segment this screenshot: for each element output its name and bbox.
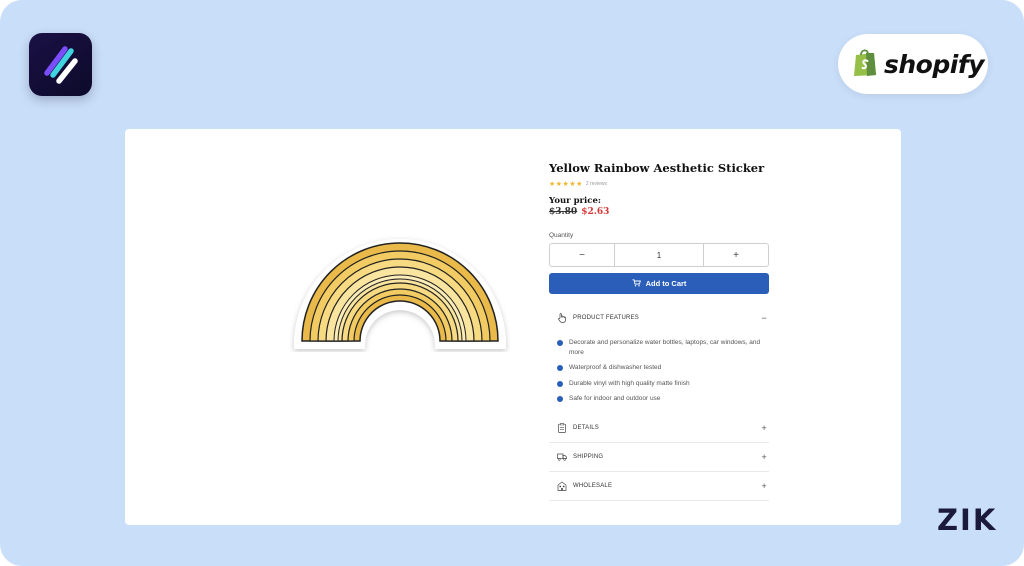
product-title: Yellow Rainbow Aesthetic Sticker <box>549 161 765 175</box>
quantity-input[interactable]: 1 <box>614 244 704 266</box>
collapse-icon[interactable]: − <box>762 313 767 323</box>
list-item: Decorate and personalize water bottles, … <box>557 338 771 357</box>
bullet-icon <box>557 340 563 346</box>
shopify-wordmark: shopify <box>884 49 985 79</box>
features-list: Decorate and personalize water bottles, … <box>549 332 771 414</box>
price-row: $3.80 $2.63 <box>549 207 771 217</box>
add-to-cart-button[interactable]: Add to Cart <box>549 273 769 294</box>
star-rating: ★★★★★ <box>549 181 583 188</box>
review-count[interactable]: 2 reviews <box>586 181 607 187</box>
original-price: $3.80 <box>549 207 578 217</box>
shopify-bag-icon <box>852 47 878 82</box>
watermark-logo: ZIK <box>937 503 998 537</box>
list-item: Safe for indoor and outdoor use <box>557 394 771 404</box>
list-item: Durable vinyl with high quality matte fi… <box>557 379 771 389</box>
product-info: Yellow Rainbow Aesthetic Sticker ★★★★★ 2… <box>549 161 771 501</box>
truck-icon <box>557 452 567 462</box>
increment-button[interactable]: + <box>704 244 768 266</box>
list-item: Waterproof & dishwasher tested <box>557 363 771 373</box>
shopify-badge: shopify <box>838 34 988 94</box>
app-logo-icon <box>29 33 92 96</box>
quantity-label: Quantity <box>549 232 574 239</box>
product-card: Yellow Rainbow Aesthetic Sticker ★★★★★ 2… <box>125 129 901 525</box>
decrement-button[interactable]: − <box>550 244 614 266</box>
accordion-details[interactable]: DETAILS + <box>549 414 769 442</box>
bullet-icon <box>557 365 563 371</box>
feature-text: Durable vinyl with high quality matte fi… <box>569 379 690 387</box>
quantity-stepper: − 1 + <box>549 243 769 267</box>
feature-text: Waterproof & dishwasher tested <box>569 364 662 371</box>
feature-text: Safe for indoor and outdoor use <box>569 395 661 402</box>
add-to-cart-label: Add to Cart <box>645 279 687 288</box>
bullet-icon <box>557 396 563 402</box>
accordion-wholesale[interactable]: WHOLESALE + <box>549 472 769 500</box>
price-label: Your price: <box>549 196 601 206</box>
rating-row[interactable]: ★★★★★ 2 reviews <box>549 180 771 188</box>
hand-icon <box>557 313 567 323</box>
expand-icon[interactable]: + <box>762 423 767 433</box>
accordion-label: SHIPPING <box>573 453 604 460</box>
accordion-shipping[interactable]: SHIPPING + <box>549 443 769 471</box>
clipboard-icon <box>557 422 567 433</box>
accordion-product-features[interactable]: PRODUCT FEATURES − <box>549 304 769 332</box>
feature-text: Decorate and personalize water bottles, … <box>569 339 761 356</box>
expand-icon[interactable]: + <box>762 452 767 462</box>
accordion-label: DETAILS <box>573 424 599 431</box>
bullet-icon <box>557 380 563 387</box>
cart-icon <box>632 278 641 289</box>
divider <box>549 499 769 501</box>
accordion-label: PRODUCT FEATURES <box>573 315 639 321</box>
expand-icon[interactable]: + <box>762 481 767 491</box>
building-icon <box>557 481 567 491</box>
sale-price: $2.63 <box>581 207 610 217</box>
background-frame: shopify Yellow Rainbow Aesthetic Sticker… <box>0 0 1024 566</box>
rainbow-sticker-image <box>290 227 510 352</box>
accordion-label: WHOLESALE <box>573 482 613 489</box>
